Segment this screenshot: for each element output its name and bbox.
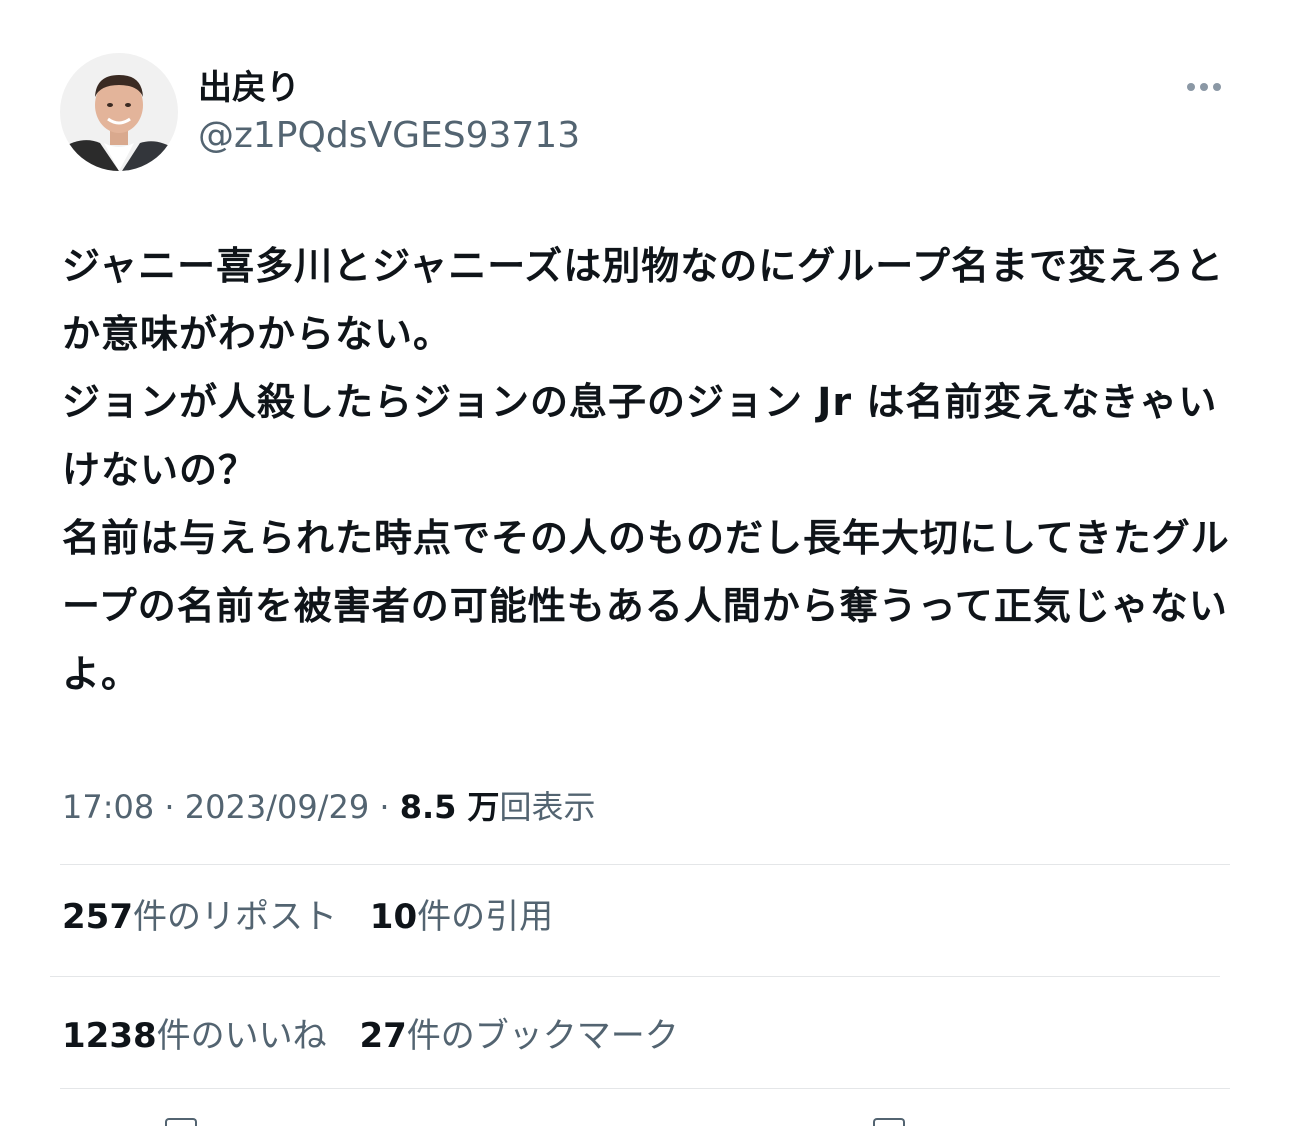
quotes-stat[interactable]: 10件の引用 bbox=[370, 892, 553, 942]
reposts-stat[interactable]: 257件のリポスト bbox=[62, 892, 337, 942]
likes-stat[interactable]: 1238件のいいね bbox=[62, 1011, 327, 1061]
likes-count: 1238 bbox=[62, 1016, 157, 1056]
views-count: 8.5 万 bbox=[399, 788, 500, 826]
author-handle[interactable]: @z1PQdsVGES93713 bbox=[198, 112, 580, 160]
bookmarks-count: 27 bbox=[359, 1016, 407, 1056]
reposts-label: 件のリポスト bbox=[132, 897, 337, 937]
reposts-count: 257 bbox=[62, 897, 133, 937]
bookmarks-label: 件のブックマーク bbox=[406, 1016, 679, 1056]
tweet-text: ジャニー喜多川とジャニーズは別物なのにグループ名まで変えろとか意味がわからない。… bbox=[62, 244, 1230, 696]
author-display-name[interactable]: 出戻り bbox=[198, 62, 300, 114]
more-options-button[interactable] bbox=[1176, 70, 1232, 104]
stats-row-likes: 1238件のいいね 27件のブックマーク bbox=[62, 1011, 701, 1061]
avatar[interactable] bbox=[60, 53, 178, 171]
views-label: 回表示 bbox=[499, 788, 596, 826]
tweet-time[interactable]: 17:08 bbox=[62, 788, 154, 826]
divider bbox=[50, 976, 1220, 977]
bookmark-icon[interactable] bbox=[873, 1118, 905, 1126]
quotes-label: 件の引用 bbox=[417, 897, 554, 937]
reply-icon[interactable] bbox=[165, 1118, 197, 1126]
likes-label: 件のいいね bbox=[156, 1016, 327, 1056]
bookmarks-stat[interactable]: 27件のブックマーク bbox=[359, 1011, 678, 1061]
divider bbox=[60, 1088, 1230, 1089]
tweet-meta: 17:08 · 2023/09/29 · 8.5 万回表示 bbox=[62, 782, 596, 832]
quotes-count: 10 bbox=[369, 897, 418, 937]
meta-separator: · bbox=[369, 788, 400, 826]
tweet-detail: 出戻り @z1PQdsVGES93713 ジャニー喜多川とジャニーズは別物なのに… bbox=[0, 0, 1290, 1126]
user-avatar-icon bbox=[60, 53, 178, 171]
meta-separator: · bbox=[154, 788, 185, 826]
tweet-date[interactable]: 2023/09/29 bbox=[185, 788, 369, 826]
more-horizontal-icon bbox=[1187, 83, 1195, 91]
stats-row-reposts: 257件のリポスト 10件の引用 bbox=[62, 892, 575, 942]
divider bbox=[60, 864, 1230, 865]
